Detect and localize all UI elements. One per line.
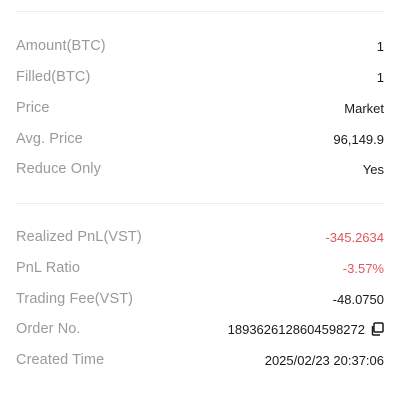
pnl-ratio-row: PnL Ratio -3.57% xyxy=(16,257,384,279)
top-divider xyxy=(16,11,384,12)
amount-row: Amount(BTC) 1 xyxy=(16,35,384,57)
avg-price-label: Avg. Price xyxy=(16,131,83,147)
trading-fee-value: -48.0750 xyxy=(332,291,384,307)
trading-fee-label: Trading Fee(VST) xyxy=(16,291,134,307)
order-no-row: Order No. 1893626128604598272 xyxy=(16,318,384,340)
reduce-only-value: Yes xyxy=(362,161,384,177)
created-time-value: 2025/02/23 20:37:06 xyxy=(264,352,384,368)
filled-value: 1 xyxy=(376,69,384,85)
price-row: Price Market xyxy=(16,97,384,119)
trading-fee-row: Trading Fee(VST) -48.0750 xyxy=(16,288,384,310)
copy-icon-glyph xyxy=(371,322,384,336)
section-divider xyxy=(16,203,384,204)
order-detail-panel: Amount(BTC) 1 Filled(BTC) 1 Price Market… xyxy=(0,0,400,400)
order-no-value-wrap: 1893626128604598272 xyxy=(228,322,384,337)
filled-label: Filled(BTC) xyxy=(16,69,91,85)
order-no-label: Order No. xyxy=(16,321,81,337)
realized-pnl-row: Realized PnL(VST) -345.2634 xyxy=(16,226,384,248)
amount-value: 1 xyxy=(376,38,384,54)
avg-price-value: 96,149.9 xyxy=(333,131,384,147)
filled-row: Filled(BTC) 1 xyxy=(16,66,384,88)
pnl-ratio-value: -3.57% xyxy=(342,260,384,276)
order-no-value: 1893626128604598272 xyxy=(227,321,365,337)
price-label: Price xyxy=(16,100,50,116)
price-value: Market xyxy=(344,100,384,116)
created-time-label: Created Time xyxy=(16,352,105,368)
reduce-only-label: Reduce Only xyxy=(16,161,101,177)
copy-icon[interactable] xyxy=(370,322,384,336)
avg-price-row: Avg. Price 96,149.9 xyxy=(16,128,384,150)
realized-pnl-value: -345.2634 xyxy=(325,229,384,245)
reduce-only-row: Reduce Only Yes xyxy=(16,158,384,180)
created-time-row: Created Time 2025/02/23 20:37:06 xyxy=(16,349,384,371)
realized-pnl-label: Realized PnL(VST) xyxy=(16,229,142,245)
pnl-ratio-label: PnL Ratio xyxy=(16,260,81,276)
amount-label: Amount(BTC) xyxy=(16,38,106,54)
